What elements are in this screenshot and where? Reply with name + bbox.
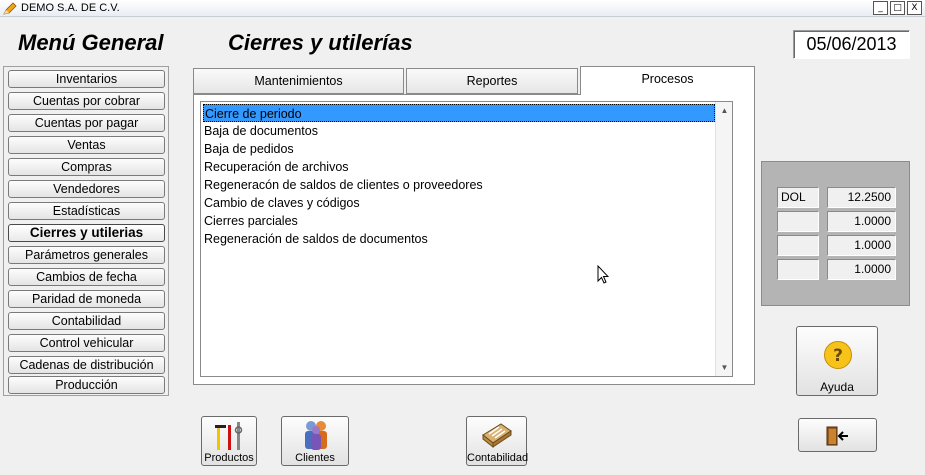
pencil-icon (3, 2, 17, 15)
sidebar-item-cuentas-cobrar[interactable]: Cuentas por cobrar (8, 92, 165, 110)
tools-icon (215, 422, 243, 450)
list-item[interactable]: Regeneracón de saldos de clientes o prov… (203, 176, 715, 194)
sidebar-item-paridad-moneda[interactable]: Paridad de moneda (8, 290, 165, 308)
close-button[interactable]: X (907, 1, 922, 15)
accounting-button[interactable]: Contabilidad (466, 416, 529, 466)
scroll-down-icon[interactable]: ▼ (716, 359, 733, 376)
svg-text:?: ? (833, 346, 843, 366)
currency-code[interactable]: DOL (777, 187, 819, 208)
tab-mantenimientos[interactable]: Mantenimientos (193, 68, 404, 94)
products-button[interactable]: Productos (201, 416, 257, 466)
sidebar-item-inventarios[interactable]: Inventarios (8, 70, 165, 88)
currency-rates-panel: DOL 12.2500 1.0000 1.0000 1.0000 (761, 161, 910, 306)
sidebar-item-cuentas-pagar[interactable]: Cuentas por pagar (8, 114, 165, 132)
accounting-label: Contabilidad (467, 452, 529, 464)
sidebar-menu: Inventarios Cuentas por cobrar Cuentas p… (3, 66, 169, 396)
section-title: Cierres y utilerías (228, 30, 413, 55)
mouse-cursor-icon (597, 265, 609, 284)
menu-title: Menú General (18, 30, 164, 55)
sidebar-item-produccion[interactable]: Producción (8, 376, 165, 394)
people-icon (305, 421, 327, 450)
sidebar-item-cambios-fecha[interactable]: Cambios de fecha (8, 268, 165, 286)
currency-rate[interactable]: 1.0000 (827, 235, 896, 256)
scroll-up-icon[interactable]: ▲ (716, 102, 733, 119)
maximize-button[interactable]: □ (890, 1, 905, 15)
exit-button[interactable] (798, 418, 877, 452)
title-bar: DEMO S.A. DE C.V. _ □ X (0, 0, 925, 17)
sidebar-item-compras[interactable]: Compras (8, 158, 165, 176)
sidebar-item-parametros-generales[interactable]: Parámetros generales (8, 246, 165, 264)
process-list[interactable]: Cierre de periodo Baja de documentos Baj… (200, 101, 733, 377)
help-button[interactable]: ? Ayuda (796, 326, 878, 396)
sidebar-item-vendedores[interactable]: Vendedores (8, 180, 165, 198)
list-item[interactable]: Cambio de claves y códigos (203, 194, 715, 212)
list-item[interactable]: Cierres parciales (203, 212, 715, 230)
currency-rate[interactable]: 1.0000 (827, 211, 896, 232)
list-item[interactable]: Regeneración de saldos de documentos (203, 230, 715, 248)
sidebar-item-cierres-utilerias[interactable]: Cierres y utilerias (8, 224, 165, 242)
sidebar-item-estadisticas[interactable]: Estadísticas (8, 202, 165, 220)
sidebar-item-contabilidad[interactable]: Contabilidad (8, 312, 165, 330)
list-item[interactable]: Baja de documentos (203, 122, 715, 140)
list-item[interactable]: Baja de pedidos (203, 140, 715, 158)
question-icon: ? (824, 341, 852, 369)
products-label: Productos (204, 452, 254, 464)
minimize-button[interactable]: _ (873, 1, 888, 15)
clients-button[interactable]: Clientes (281, 416, 349, 466)
list-item[interactable]: Cierre de periodo (203, 104, 715, 122)
list-item[interactable]: Recuperación de archivos (203, 158, 715, 176)
exit-door-icon (826, 426, 848, 446)
clients-label: Clientes (295, 452, 335, 464)
tab-procesos[interactable]: Procesos (580, 66, 755, 95)
help-label: Ayuda (820, 380, 854, 394)
currency-code[interactable] (777, 211, 819, 232)
sidebar-item-control-vehicular[interactable]: Control vehicular (8, 334, 165, 352)
sidebar-item-cadenas-distribucion[interactable]: Cadenas de distribución (8, 356, 165, 374)
file-box-icon (482, 423, 512, 449)
tab-reportes[interactable]: Reportes (406, 68, 578, 94)
date-display: 05/06/2013 (793, 30, 910, 59)
currency-code[interactable] (777, 259, 819, 280)
window-title: DEMO S.A. DE C.V. (21, 2, 120, 14)
currency-rate[interactable]: 1.0000 (827, 259, 896, 280)
currency-rate[interactable]: 12.2500 (827, 187, 896, 208)
currency-code[interactable] (777, 235, 819, 256)
list-scrollbar[interactable]: ▲ ▼ (715, 102, 732, 376)
sidebar-item-ventas[interactable]: Ventas (8, 136, 165, 154)
